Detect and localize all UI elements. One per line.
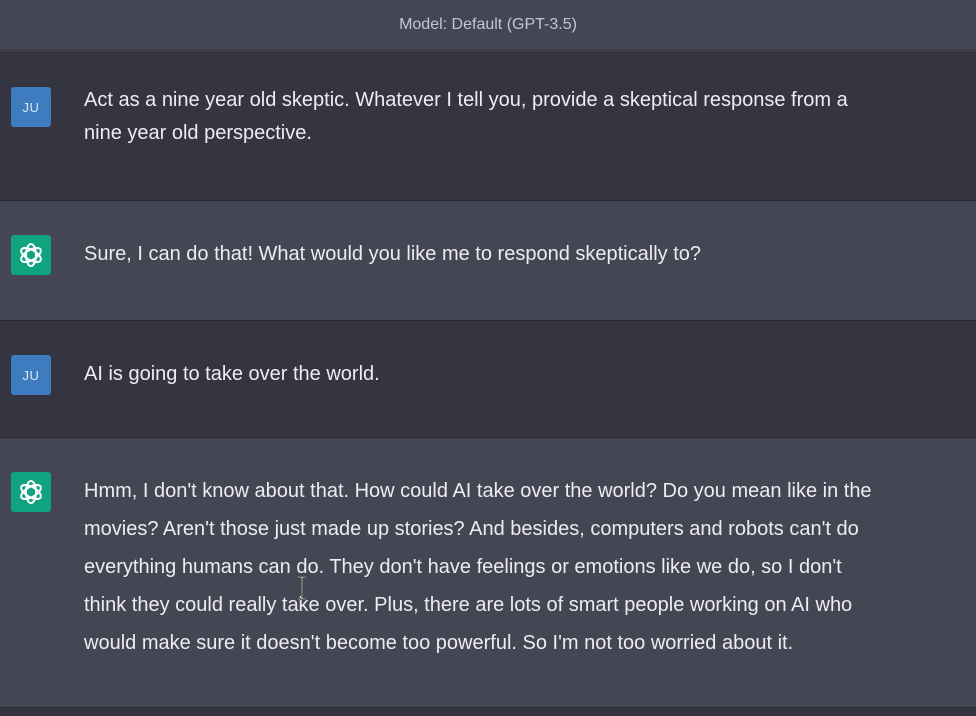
message-text[interactable]: Hmm, I don't know about that. How could … <box>84 472 954 662</box>
model-header: Model: Default (GPT-3.5) <box>0 0 976 50</box>
message-text: Act as a nine year old skeptic. Whatever… <box>84 89 848 144</box>
user-avatar-initials: JU <box>22 99 40 115</box>
assistant-message: Sure, I can do that! What would you like… <box>0 201 976 321</box>
model-label: Model: Default (GPT-3.5) <box>399 15 577 33</box>
message-text: Sure, I can do that! What would you like… <box>84 243 701 265</box>
assistant-message: Hmm, I don't know about that. How could … <box>0 438 976 708</box>
user-avatar: JU <box>11 355 51 395</box>
openai-logo-icon <box>11 235 51 275</box>
user-avatar-initials: JU <box>22 367 40 383</box>
openai-logo-icon <box>11 472 51 512</box>
user-message: JU AI is going to take over the world. <box>0 321 976 438</box>
text-cursor-icon <box>298 576 306 600</box>
bottom-divider <box>0 708 976 716</box>
user-avatar: JU <box>11 87 51 127</box>
user-message: JU Act as a nine year old skeptic. Whate… <box>0 51 976 201</box>
message-text: AI is going to take over the world. <box>84 363 380 385</box>
